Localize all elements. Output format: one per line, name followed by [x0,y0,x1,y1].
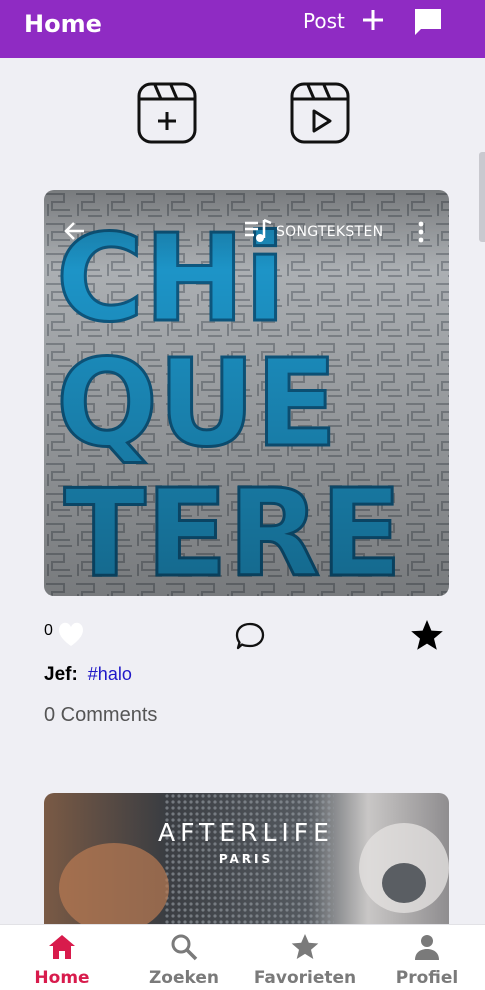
back-arrow-icon[interactable] [64,220,86,242]
home-icon [49,935,75,959]
star-icon[interactable] [410,618,444,652]
search-icon [171,934,198,961]
person-icon [415,935,439,960]
artwork-subtitle: PARIS [219,852,273,866]
nav-favorites[interactable]: Favorieten [252,925,358,990]
app-bar: Home Post [0,0,485,58]
post-author-line: Jef: #halo [44,664,132,686]
nav-favorites-label: Favorieten [253,968,357,988]
bottom-navigation: Home Zoeken Favorieten Profiel [0,924,485,990]
play-reel-icon[interactable] [290,82,350,144]
nav-profile[interactable]: Profiel [388,925,466,990]
post-media[interactable]: CHi QUE TERE SONGTEKSTEN [44,190,449,596]
like-count: 0 [44,622,53,639]
nav-profile-label: Profiel [395,968,459,988]
nav-home-label: Home [34,968,90,988]
nav-home[interactable]: Home [22,925,102,990]
page-title: Home [24,10,102,38]
chat-icon[interactable] [412,6,444,38]
lyrics-icon[interactable] [244,218,272,244]
comments-count[interactable]: 0 Comments [44,704,157,727]
plus-icon[interactable] [360,6,386,34]
nav-search-label: Zoeken [148,968,220,988]
comment-icon[interactable] [234,620,266,652]
star-icon [291,934,319,959]
post-media[interactable]: AFTERLIFE PARIS [44,793,449,933]
artwork-title: AFTERLIFE [158,818,334,847]
more-options-icon[interactable] [416,220,426,244]
heart-icon[interactable] [56,620,86,648]
lyrics-label[interactable]: SONGTEKSTEN [276,224,383,240]
afterlife-artwork: AFTERLIFE PARIS [44,793,449,933]
post-author[interactable]: Jef: [44,664,78,685]
hashtag-link[interactable]: #halo [88,664,132,684]
post-actions: 0 [44,616,449,656]
nav-search[interactable]: Zoeken [142,925,226,990]
post-button[interactable]: Post [303,9,345,33]
scroll-indicator[interactable] [479,152,485,242]
create-reel-icon[interactable] [137,82,197,144]
